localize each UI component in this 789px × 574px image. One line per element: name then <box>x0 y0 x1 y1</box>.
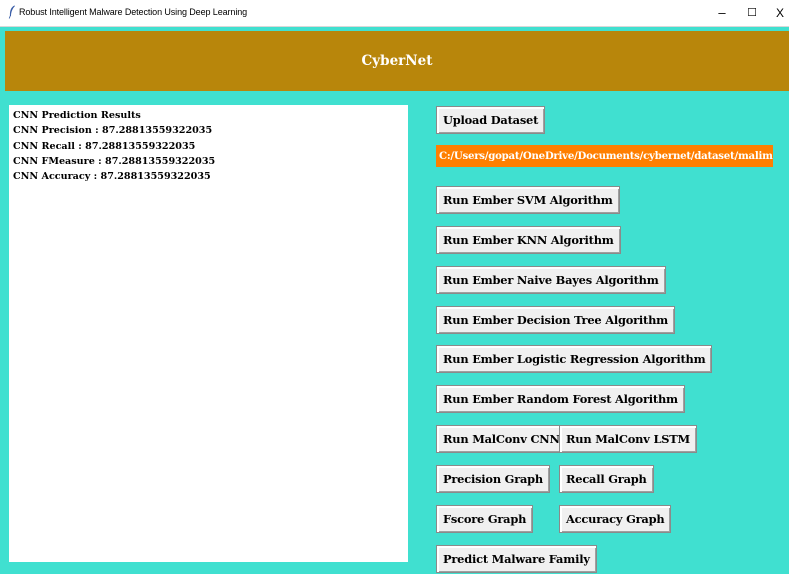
results-line-recall: CNN Recall : 87.28813559322035 <box>13 140 196 152</box>
title-bar: Robust Intelligent Malware Detection Usi… <box>0 0 789 27</box>
upload-dataset-button[interactable]: Upload Dataset <box>436 106 546 134</box>
fscore-graph-button[interactable]: Fscore Graph <box>436 505 534 533</box>
run-malconv-lstm-button[interactable]: Run MalConv LSTM <box>559 425 697 453</box>
run-logistic-regression-button[interactable]: Run Ember Logistic Regression Algorithm <box>436 345 713 373</box>
results-line-precision: CNN Precision : 87.28813559322035 <box>13 125 213 137</box>
results-line-heading: CNN Prediction Results <box>13 110 141 121</box>
run-knn-button[interactable]: Run Ember KNN Algorithm <box>436 226 621 254</box>
run-decision-tree-button[interactable]: Run Ember Decision Tree Algorithm <box>436 306 676 334</box>
results-text-area[interactable]: CNN Prediction Results CNN Precision : 8… <box>9 105 408 562</box>
feather-icon <box>8 5 15 19</box>
maximize-button[interactable]: ☐ <box>740 3 764 23</box>
window-title: Robust Intelligent Malware Detection Usi… <box>19 7 248 17</box>
close-button[interactable]: X <box>768 3 789 23</box>
predict-malware-family-button[interactable]: Predict Malware Family <box>436 545 597 573</box>
results-line-fmeasure: CNN FMeasure : 87.28813559322035 <box>13 155 216 167</box>
run-svm-button[interactable]: Run Ember SVM Algorithm <box>436 186 620 214</box>
minimize-button[interactable]: – <box>710 3 734 23</box>
app-title: CyberNet <box>361 53 433 69</box>
run-malconv-cnn-button[interactable]: Run MalConv CNN <box>436 425 567 453</box>
recall-graph-button[interactable]: Recall Graph <box>559 465 654 493</box>
run-random-forest-button[interactable]: Run Ember Random Forest Algorithm <box>436 385 685 413</box>
results-line-accuracy: CNN Accuracy : 87.28813559322035 <box>13 171 211 183</box>
dataset-path-label: C:/Users/gopat/OneDrive/Documents/cybern… <box>436 145 773 167</box>
accuracy-graph-button[interactable]: Accuracy Graph <box>559 505 672 533</box>
precision-graph-button[interactable]: Precision Graph <box>436 465 551 493</box>
app-header: CyberNet <box>5 31 789 91</box>
run-naive-bayes-button[interactable]: Run Ember Naive Bayes Algorithm <box>436 266 666 294</box>
